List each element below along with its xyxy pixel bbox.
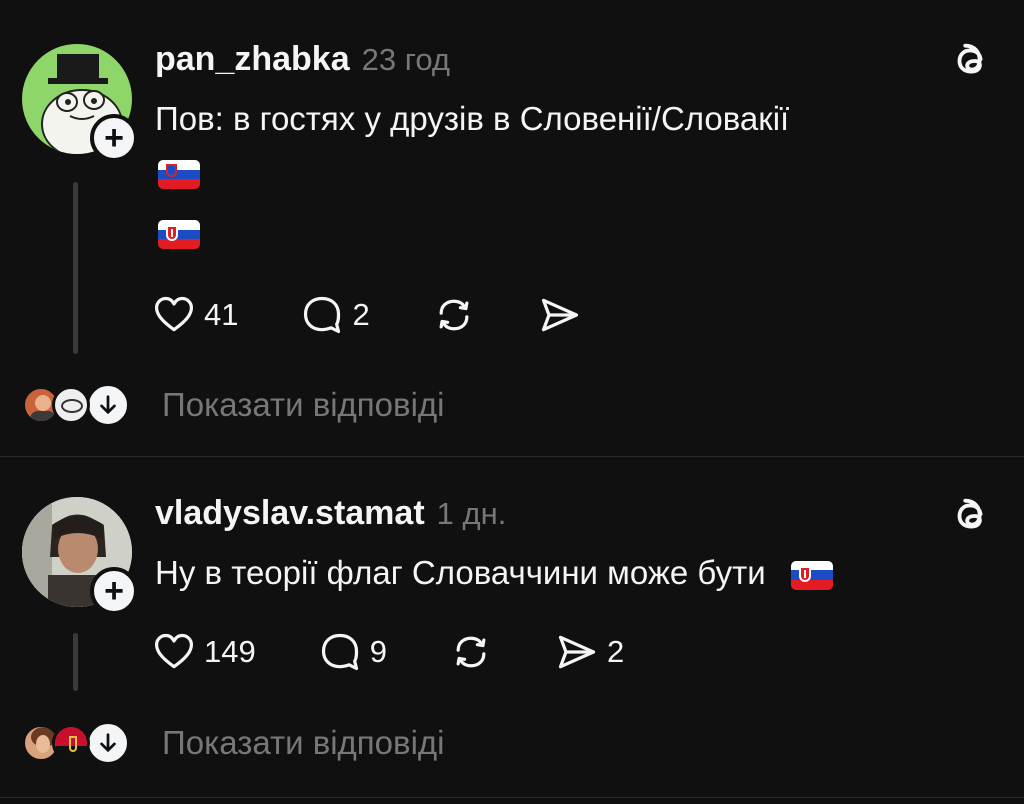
like-button[interactable]: 41 (152, 293, 238, 337)
avatar (52, 724, 90, 762)
divider (0, 797, 1024, 798)
post-actions: 149 9 2 (152, 627, 624, 677)
share-button[interactable]: 2 (555, 630, 624, 674)
arrow-down-icon[interactable] (86, 383, 130, 427)
comment-icon (304, 296, 341, 334)
post-text-content: Ну в теорії флаг Словаччини може бути (155, 554, 766, 591)
thread-post: + pan_zhabka 23 год Пов: в гостях у друз… (0, 0, 1024, 456)
reply-button[interactable]: 2 (300, 293, 370, 337)
thread-post: + vladyslav.stamat 1 дн. Ну в теорії фла… (0, 457, 1024, 797)
post-text: Пов: в гостях у друзів в Словенії/Словак… (155, 100, 790, 137)
send-icon (541, 298, 578, 332)
show-replies-link[interactable]: Показати відповіді (162, 724, 444, 762)
heart-icon (154, 633, 194, 669)
username[interactable]: pan_zhabka (155, 40, 350, 79)
post-text: Ну в теорії флаг Словаччини може бути (155, 554, 833, 592)
like-count: 41 (204, 297, 239, 332)
reply-count: 2 (352, 297, 370, 332)
reply-avatars[interactable] (22, 721, 130, 765)
post-header: pan_zhabka 23 год (155, 40, 450, 79)
follow-plus-icon[interactable]: + (90, 114, 138, 162)
post-header: vladyslav.stamat 1 дн. (155, 494, 506, 533)
share-button[interactable] (538, 293, 582, 337)
timestamp: 1 дн. (436, 496, 507, 531)
follow-plus-icon[interactable]: + (90, 567, 138, 615)
arrow-down-icon[interactable] (86, 721, 130, 765)
flag-slovenia (158, 160, 200, 189)
flag-slovakia (158, 220, 200, 249)
reply-button[interactable]: 9 (318, 630, 387, 674)
reply-count: 9 (369, 634, 387, 669)
comment-icon (321, 633, 358, 671)
author-avatar-container[interactable]: + (22, 44, 138, 162)
username[interactable]: vladyslav.stamat (155, 494, 425, 533)
like-button[interactable]: 149 (152, 630, 256, 674)
like-count: 149 (204, 634, 256, 669)
share-count: 2 (606, 634, 625, 669)
send-icon (558, 635, 596, 669)
reply-avatars[interactable] (22, 383, 130, 427)
repost-icon (439, 299, 469, 331)
show-replies-link[interactable]: Показати відповіді (162, 386, 444, 424)
avatar (52, 386, 90, 424)
thread-line (73, 633, 78, 691)
repost-button[interactable] (449, 630, 493, 674)
timestamp: 23 год (361, 42, 450, 77)
repost-button[interactable] (432, 293, 476, 337)
repost-icon (456, 636, 486, 668)
thread-line (73, 182, 78, 354)
threads-logo-icon[interactable] (948, 38, 994, 84)
threads-logo-icon[interactable] (948, 493, 994, 539)
post-actions: 41 2 (152, 290, 582, 340)
flag-slovakia (790, 560, 833, 590)
author-avatar-container[interactable]: + (22, 497, 138, 615)
heart-icon (154, 296, 194, 332)
